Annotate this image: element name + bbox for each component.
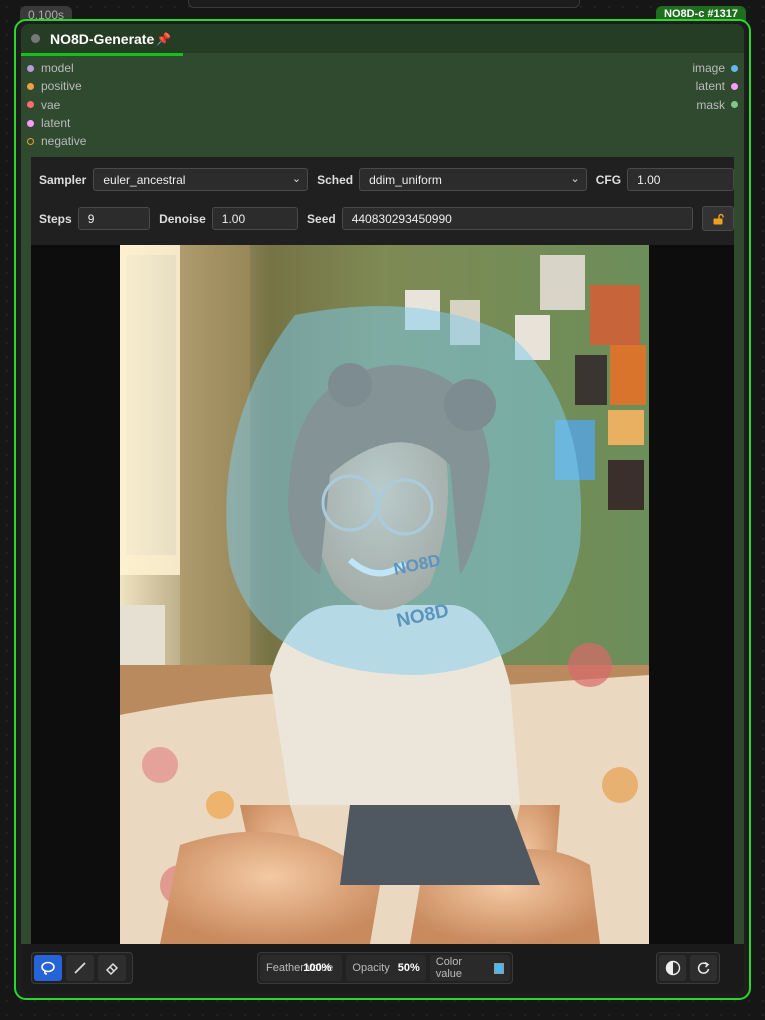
port-dot-icon[interactable] xyxy=(27,82,34,90)
denoise-input[interactable]: 1.00 xyxy=(211,207,299,230)
mask-action-group xyxy=(656,952,720,984)
lasso-tool-button[interactable] xyxy=(34,955,62,981)
sampler-select[interactable]: euler_ancestral ⌄ xyxy=(93,168,309,191)
port-dot-icon[interactable] xyxy=(27,101,34,109)
input-port-model[interactable]: model xyxy=(27,59,86,77)
brush-tool-button[interactable] xyxy=(66,955,94,981)
port-dot-icon[interactable] xyxy=(731,101,738,109)
steps-row: Steps 9 Denoise 1.00 Seed 44083029345099… xyxy=(31,206,734,231)
input-port-positive[interactable]: positive xyxy=(27,77,86,95)
chevron-down-icon: ⌄ xyxy=(570,173,580,185)
eraser-tool-button[interactable] xyxy=(98,955,126,981)
node-titlebar[interactable]: NO8D-Generate 📌 xyxy=(21,24,744,53)
output-port-latent[interactable]: latent xyxy=(692,77,738,95)
cfg-input[interactable]: 1.00 xyxy=(627,168,734,191)
steps-label: Steps xyxy=(39,211,72,226)
mask-tool-group xyxy=(31,952,133,984)
opacity-control[interactable]: Opacity 50% xyxy=(346,955,426,981)
feather-control[interactable]: Feather value 100% xyxy=(260,955,343,981)
invert-mask-button[interactable] xyxy=(659,955,686,981)
steps-input[interactable]: 9 xyxy=(77,207,151,230)
mask-editor-toolbar: Feather value 100% Opacity 50% Color value xyxy=(21,944,744,993)
brush-icon xyxy=(74,962,86,974)
port-dot-icon[interactable] xyxy=(731,82,738,90)
port-dot-icon[interactable] xyxy=(27,137,34,145)
reset-icon xyxy=(697,961,709,974)
sched-label: Sched xyxy=(317,172,354,187)
seed-lock-button[interactable] xyxy=(702,206,734,231)
seed-label: Seed xyxy=(307,211,336,226)
denoise-label: Denoise xyxy=(159,211,206,226)
eraser-icon xyxy=(105,962,119,976)
color-swatch[interactable] xyxy=(493,962,504,974)
collapse-dot-icon[interactable] xyxy=(31,34,40,43)
output-ports: image latent mask xyxy=(692,59,738,114)
invert-icon xyxy=(665,960,680,976)
mask-overlay[interactable] xyxy=(226,306,582,675)
photo-canvas: NO8D NO8D xyxy=(120,245,649,944)
reset-mask-button[interactable] xyxy=(690,955,717,981)
sampler-label: Sampler xyxy=(39,172,87,187)
sampler-row: Sampler euler_ancestral ⌄ Sched ddim_uni… xyxy=(31,168,734,191)
seed-input[interactable]: 440830293450990 xyxy=(341,207,694,230)
mask-properties-group: Feather value 100% Opacity 50% Color value xyxy=(257,952,513,984)
input-port-latent[interactable]: latent xyxy=(27,114,86,132)
image-preview-area[interactable]: NO8D NO8D xyxy=(31,245,734,944)
port-dot-icon[interactable] xyxy=(731,64,738,72)
node-title: NO8D-Generate xyxy=(50,30,155,47)
output-port-mask[interactable]: mask xyxy=(692,96,738,114)
generate-node[interactable]: NO8D-Generate 📌 model positive vae laten… xyxy=(14,19,751,1000)
pushpin-icon[interactable]: 📌 xyxy=(156,32,171,46)
color-control[interactable]: Color value xyxy=(429,955,510,981)
lasso-icon xyxy=(41,961,55,975)
port-dot-icon[interactable] xyxy=(27,64,34,72)
node-widget-panel: Sampler euler_ancestral ⌄ Sched ddim_uni… xyxy=(31,157,734,944)
generated-image[interactable]: NO8D NO8D xyxy=(120,245,649,944)
input-port-vae[interactable]: vae xyxy=(27,96,86,114)
progress-bar xyxy=(21,53,183,56)
input-port-negative[interactable]: negative xyxy=(27,132,86,150)
input-ports: model positive vae latent negative xyxy=(27,59,86,150)
chevron-down-icon: ⌄ xyxy=(291,173,302,185)
scheduler-select[interactable]: ddim_uniform ⌄ xyxy=(359,168,587,191)
unlock-icon xyxy=(713,213,724,224)
adjacent-node-edge xyxy=(188,0,580,8)
port-dot-icon[interactable] xyxy=(27,119,34,127)
output-port-image[interactable]: image xyxy=(692,59,738,77)
cfg-label: CFG xyxy=(595,172,622,187)
